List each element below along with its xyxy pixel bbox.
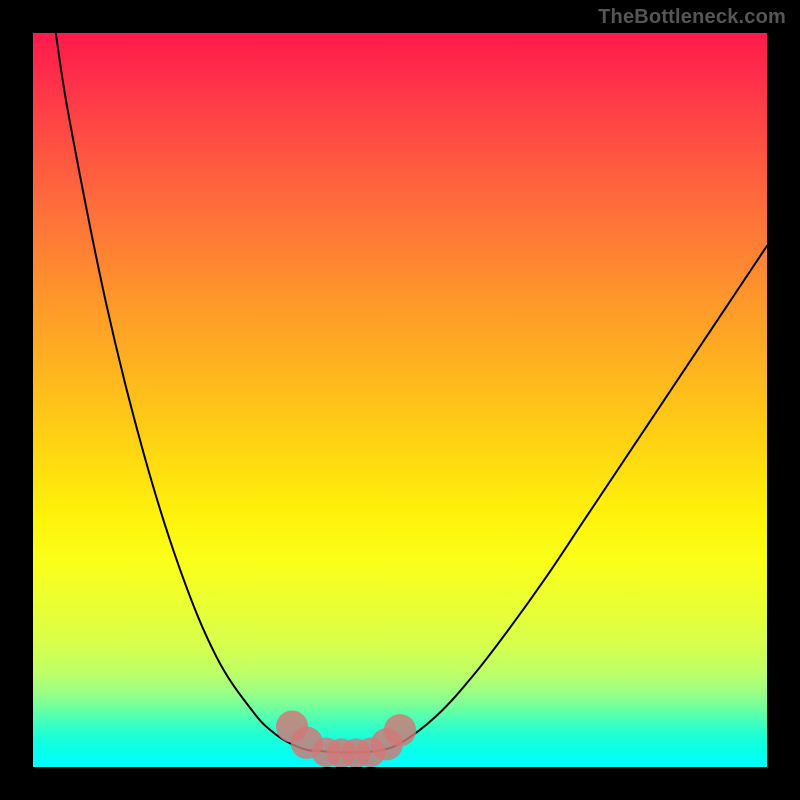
right-curve — [378, 246, 767, 751]
chart-frame: TheBottleneck.com — [0, 0, 800, 800]
markers-group — [276, 710, 416, 767]
watermark-text: TheBottleneck.com — [598, 6, 786, 29]
curves-svg — [33, 33, 767, 767]
flat-marker-d — [356, 738, 385, 767]
plot-area — [33, 33, 767, 767]
left-curve — [56, 33, 320, 751]
